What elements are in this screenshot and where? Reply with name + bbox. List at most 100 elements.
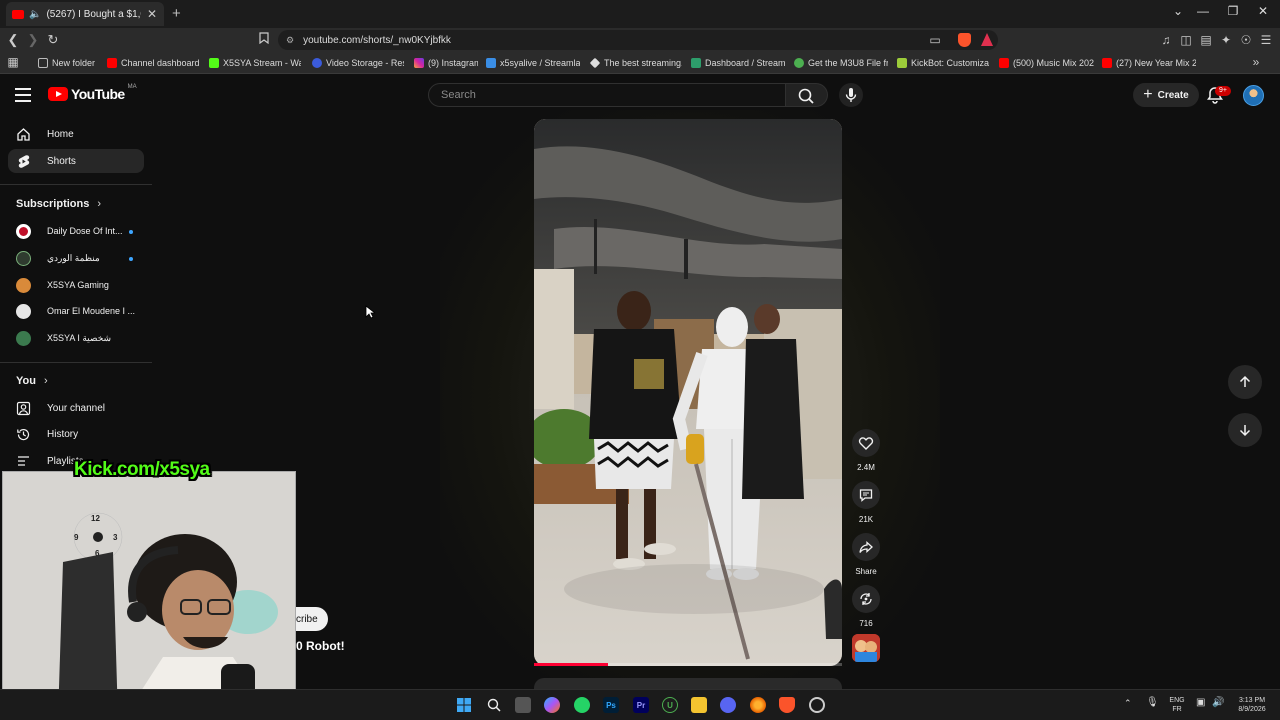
more-bookmarks-icon[interactable]: » <box>1248 54 1264 70</box>
create-button[interactable]: + Create <box>1133 83 1199 107</box>
m3u8-icon <box>794 58 804 68</box>
media-icon[interactable]: ♫ <box>1158 32 1174 48</box>
sidebar-item-home[interactable]: Home <box>8 122 144 146</box>
bookmark-label: KickBot: Customiza... <box>911 58 989 68</box>
bookmark-item[interactable]: New folder <box>38 56 100 70</box>
comments-button[interactable] <box>852 481 880 509</box>
sound-channel-thumbnail[interactable] <box>852 634 880 662</box>
address-url: youtube.com/shorts/_nw0KYjbfkk <box>303 34 451 46</box>
instagram-icon <box>414 58 424 68</box>
dashboard-icon <box>691 58 701 68</box>
browser-tab[interactable]: 🔈 (5267) I Bought a $1,000,000 ✕ <box>6 2 164 26</box>
brave-rewards-icon[interactable] <box>981 33 993 46</box>
bookmark-item[interactable]: Get the M3U8 File fr... <box>794 56 888 70</box>
speaker-icon[interactable]: 🔈 <box>29 9 41 20</box>
bookmark-item[interactable]: (27) New Year Mix 2... <box>1102 56 1196 70</box>
bookmark-item[interactable]: The best streaming... <box>590 56 682 70</box>
volume-icon[interactable]: 🔊 <box>1212 698 1224 708</box>
guide-menu-icon[interactable] <box>15 88 31 102</box>
bookmark-item[interactable]: Channel dashboard... <box>107 56 199 70</box>
minimize-window-icon[interactable]: — <box>1191 4 1215 18</box>
bookmark-item[interactable]: (500) Music Mix 202... <box>999 56 1094 70</box>
tab-search-chevron-icon[interactable]: ⌄ <box>1166 4 1190 18</box>
you-header[interactable]: You › <box>16 375 48 387</box>
input-language[interactable]: ENG FR <box>1167 696 1187 714</box>
network-icon[interactable]: ▣ <box>1196 698 1205 708</box>
windows-start-icon[interactable] <box>456 697 472 713</box>
cast-icon[interactable]: ▭ <box>927 32 943 48</box>
microphone-tray-icon[interactable]: 🎙 <box>1146 698 1159 708</box>
vpn-shield-icon[interactable]: ☉ <box>1238 32 1254 48</box>
youtube-favicon-icon <box>12 9 24 19</box>
brave-taskbar-icon[interactable] <box>779 697 795 713</box>
sidebar-item-your-channel[interactable]: Your channel <box>8 396 144 420</box>
browser-menu-icon[interactable]: ☰ <box>1258 32 1274 48</box>
clock[interactable]: 3:13 PM 8/9/2026 <box>1232 696 1272 714</box>
apps-grid-icon[interactable]: ▦ <box>5 54 21 70</box>
comment-action: 21K <box>852 481 880 524</box>
search-button[interactable] <box>786 83 828 107</box>
channel-avatar <box>16 303 31 319</box>
whatsapp-icon[interactable] <box>574 697 590 713</box>
photoshop-icon[interactable]: Ps <box>603 697 619 713</box>
reload-icon[interactable]: ↻ <box>45 32 61 48</box>
obs-icon[interactable] <box>809 697 825 713</box>
bookmark-icon[interactable] <box>256 32 272 48</box>
subscription-item[interactable]: X5SYA I شخصية <box>16 329 136 347</box>
tray-overflow-chevron-icon[interactable]: ⌃ <box>1124 699 1132 708</box>
webcam-feed: 12 9 3 6 <box>3 472 295 717</box>
like-button[interactable] <box>852 429 880 457</box>
new-tab-icon[interactable]: + <box>172 5 181 22</box>
copilot-icon[interactable] <box>544 697 560 713</box>
bookmark-item[interactable]: X5SYA Stream - Wat... <box>209 56 301 70</box>
youtube-logo[interactable]: YouTube MA <box>48 84 137 102</box>
account-avatar[interactable] <box>1243 85 1264 106</box>
previous-short-button[interactable] <box>1228 365 1262 399</box>
video-progress-bar[interactable] <box>534 663 842 666</box>
bookmark-item[interactable]: (9) Instagram <box>414 56 478 70</box>
subscribe-button[interactable]: cribe <box>296 607 328 631</box>
chevron-right-icon: › <box>43 375 48 387</box>
bookmark-label: (500) Music Mix 202... <box>1013 58 1094 68</box>
task-view-icon[interactable] <box>515 697 531 713</box>
plus-icon: + <box>1143 86 1153 103</box>
leo-ai-icon[interactable]: ✦ <box>1218 32 1234 48</box>
wallet-icon[interactable]: ▤ <box>1198 32 1214 48</box>
premiere-icon[interactable]: Pr <box>633 697 649 713</box>
forward-icon[interactable]: ❯ <box>25 32 41 48</box>
bookmark-item[interactable]: x5syalive / Streamla... <box>486 56 580 70</box>
close-window-icon[interactable]: ✕ <box>1251 4 1275 18</box>
sidebar-toggle-icon[interactable]: ◫ <box>1178 32 1194 48</box>
sidebar-item-history[interactable]: History <box>8 422 144 446</box>
subscriptions-header[interactable]: Subscriptions › <box>16 198 101 210</box>
back-icon[interactable]: ❮ <box>5 32 21 48</box>
history-icon <box>16 427 31 442</box>
site-info-icon[interactable]: ⚙ <box>286 35 294 46</box>
upwork-icon[interactable]: U <box>662 697 678 713</box>
subscription-item[interactable]: منظمة الوردي <box>16 249 136 267</box>
video-progress-fill <box>534 663 608 666</box>
sidebar-item-shorts[interactable]: Shorts <box>8 149 144 173</box>
taskbar-search-icon[interactable] <box>486 697 502 713</box>
bookmark-item[interactable]: Dashboard / Stream... <box>691 56 785 70</box>
firefox-icon[interactable] <box>750 697 766 713</box>
address-bar[interactable]: ⚙ youtube.com/shorts/_nw0KYjbfkk <box>278 30 998 50</box>
remix-button[interactable] <box>852 585 880 613</box>
video-frame <box>534 119 842 666</box>
subscription-item[interactable]: X5SYA Gaming <box>16 276 136 294</box>
search-input[interactable] <box>441 89 785 101</box>
voice-search-button[interactable] <box>839 83 863 107</box>
shorts-video-player[interactable] <box>534 119 842 666</box>
restore-window-icon[interactable]: ❐ <box>1221 4 1245 18</box>
subscription-item[interactable]: Daily Dose Of Int... <box>16 222 136 240</box>
bookmark-item[interactable]: KickBot: Customiza... <box>897 56 989 70</box>
brave-shields-icon[interactable] <box>958 33 971 47</box>
close-tab-icon[interactable]: ✕ <box>146 7 158 21</box>
subscription-item[interactable]: Omar El Moudene I ... <box>16 302 136 320</box>
file-explorer-icon[interactable] <box>691 697 707 713</box>
share-button[interactable] <box>852 533 880 561</box>
bookmark-item[interactable]: Video Storage - Res... <box>312 56 404 70</box>
discord-icon[interactable] <box>720 697 736 713</box>
next-short-button[interactable] <box>1228 413 1262 447</box>
folder-icon <box>38 58 48 68</box>
